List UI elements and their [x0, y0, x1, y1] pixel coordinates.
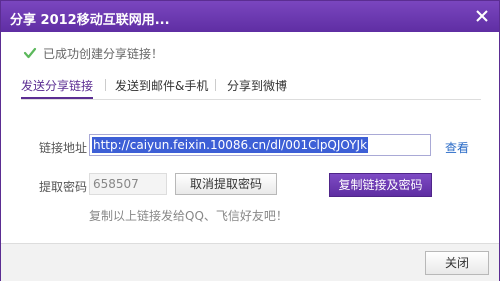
link-url-text: http://caiyun.feixin.10086.cn/dl/001ClpQ…: [92, 137, 369, 153]
success-text: 已成功创建分享链接！: [43, 46, 164, 61]
share-hint: 复制以上链接发给QQ、飞信好友吧！: [89, 209, 288, 223]
cancel-code-button[interactable]: 取消提取密码: [175, 173, 277, 195]
extraction-code-field: 658507: [89, 173, 167, 195]
tab-divider: [215, 79, 216, 91]
title-bar[interactable]: 分享 2012移动互联网用...: [1, 1, 499, 32]
check-icon: [23, 46, 37, 60]
success-message: 已成功创建分享链接！: [23, 45, 163, 61]
tab-bar: 发送分享链接 发送到邮件&手机 分享到微博: [21, 77, 481, 100]
dialog-footer: 关闭: [1, 243, 499, 281]
code-label: 提取密码: [39, 180, 88, 194]
tab-divider: [105, 79, 106, 91]
dialog-title: 分享 2012移动互联网用...: [10, 13, 170, 28]
share-dialog: 分享 2012移动互联网用... 已成功创建分享链接！ 发送分享链接 发送到邮件…: [0, 0, 500, 281]
tab-send-email-phone[interactable]: 发送到邮件&手机: [115, 77, 208, 97]
link-label: 链接地址: [39, 141, 88, 155]
tab-share-weibo[interactable]: 分享到微博: [227, 77, 287, 97]
close-icon[interactable]: [473, 7, 491, 25]
tab-send-link[interactable]: 发送分享链接: [21, 77, 94, 99]
copy-link-and-code-button[interactable]: 复制链接及密码: [329, 173, 432, 197]
view-link[interactable]: 查看: [445, 139, 469, 156]
close-button[interactable]: 关闭: [425, 251, 489, 275]
link-input[interactable]: http://caiyun.feixin.10086.cn/dl/001ClpQ…: [89, 134, 431, 156]
